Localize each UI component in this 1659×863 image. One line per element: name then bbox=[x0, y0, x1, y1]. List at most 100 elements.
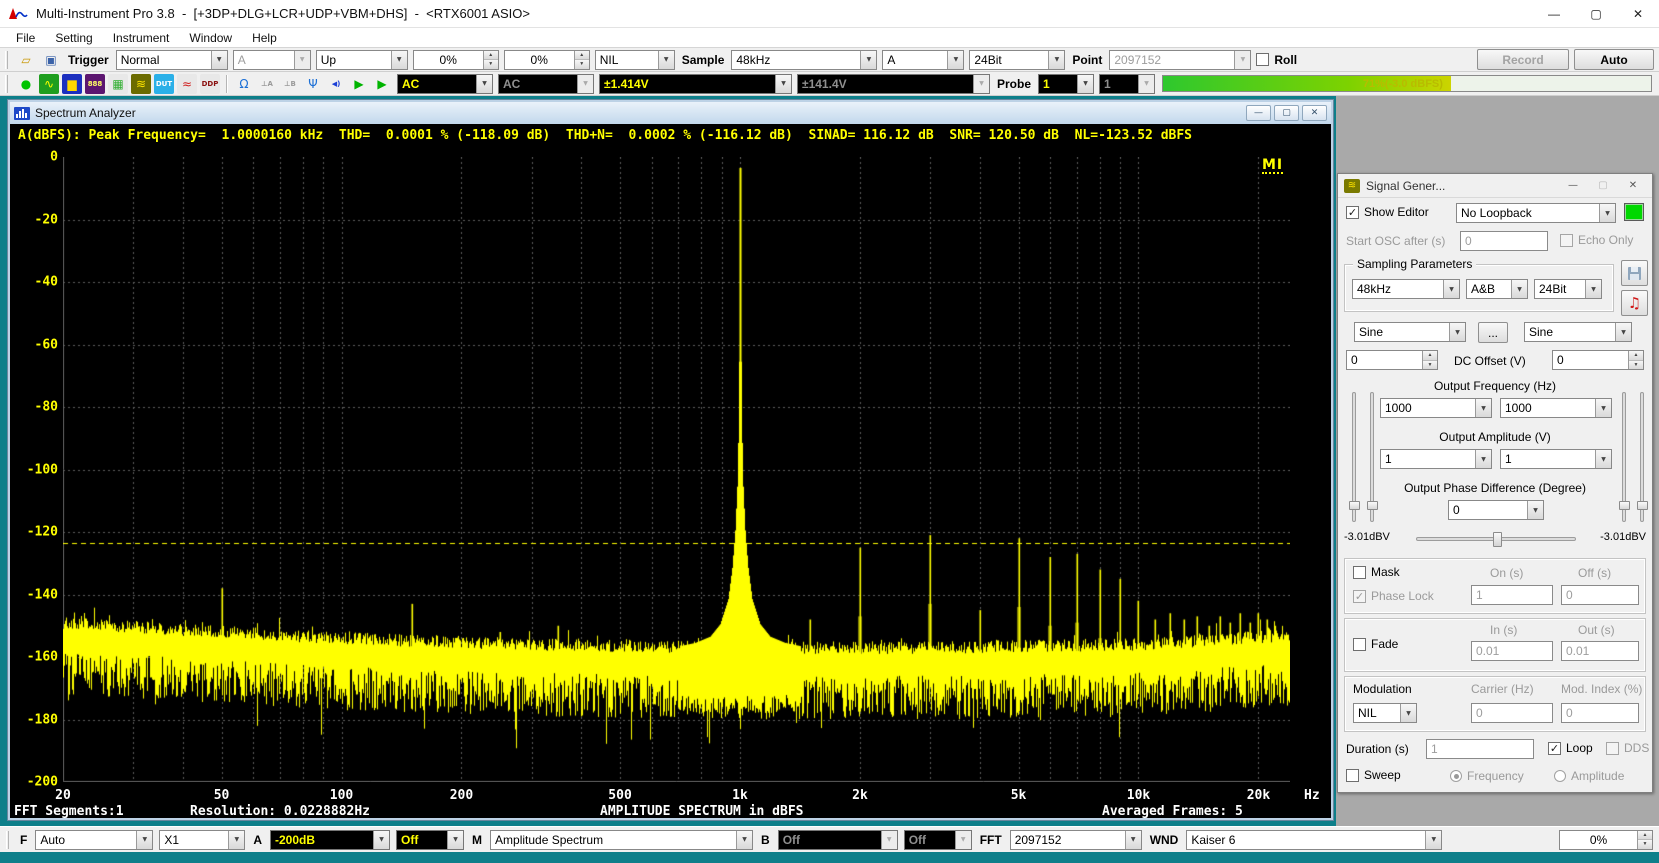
fade-checkbox[interactable] bbox=[1353, 638, 1366, 651]
fft-size-select[interactable]: 2097152 bbox=[1010, 830, 1142, 850]
chevron-down-icon[interactable] bbox=[1527, 501, 1543, 519]
close-icon[interactable]: ✕ bbox=[1620, 177, 1646, 195]
spectrum-analyzer-titlebar[interactable]: Spectrum Analyzer — ▢ ✕ bbox=[10, 102, 1331, 124]
waveform-a-select[interactable]: Sine bbox=[1354, 322, 1466, 342]
toolbar-grip[interactable] bbox=[5, 75, 8, 93]
chevron-down-icon[interactable] bbox=[447, 831, 463, 849]
generator-run-button[interactable] bbox=[1624, 203, 1644, 221]
generator-rate-select[interactable]: 48kHz bbox=[1352, 279, 1460, 299]
chevron-down-icon[interactable] bbox=[1125, 831, 1141, 849]
generator-bits-select[interactable]: 24Bit bbox=[1534, 279, 1602, 299]
amplitude-b-fine-slider[interactable] bbox=[1640, 392, 1644, 522]
chevron-down-icon[interactable] bbox=[136, 831, 152, 849]
chevron-down-icon[interactable] bbox=[1475, 399, 1491, 417]
waveform-b-select[interactable]: Sine bbox=[1524, 322, 1632, 342]
x-zoom-select[interactable]: X1 bbox=[159, 830, 245, 850]
chevron-down-icon[interactable] bbox=[476, 75, 492, 93]
menu-window[interactable]: Window bbox=[179, 29, 242, 47]
spin-down-icon[interactable] bbox=[575, 60, 589, 69]
sweep-checkbox[interactable] bbox=[1346, 769, 1359, 782]
minimize-icon[interactable]: — bbox=[1246, 105, 1271, 121]
more-waveforms-button[interactable]: ... bbox=[1478, 322, 1508, 343]
amplitude-b-coarse-slider[interactable] bbox=[1622, 392, 1626, 522]
sample-rate-select[interactable]: 48kHz bbox=[731, 50, 877, 70]
dut-icon[interactable]: DUT bbox=[154, 74, 174, 94]
chevron-down-icon[interactable] bbox=[775, 75, 791, 93]
chevron-down-icon[interactable] bbox=[1400, 704, 1416, 722]
chevron-down-icon[interactable] bbox=[373, 831, 389, 849]
chevron-down-icon[interactable] bbox=[1599, 204, 1615, 222]
chevron-down-icon[interactable] bbox=[1048, 51, 1064, 69]
amplitude-a-coarse-slider[interactable] bbox=[1352, 392, 1356, 522]
save-waveform-button[interactable] bbox=[1621, 260, 1648, 286]
dc-offset-b-spin[interactable]: 0 bbox=[1552, 350, 1644, 370]
chevron-down-icon[interactable] bbox=[736, 831, 752, 849]
calibration-icon[interactable]: Ω bbox=[234, 74, 254, 94]
trigger-hpf-select[interactable]: NIL bbox=[595, 50, 675, 70]
spin-down-icon[interactable] bbox=[1638, 840, 1652, 849]
save-icon[interactable]: ▣ bbox=[41, 50, 61, 70]
range-a-select[interactable]: ±1.414V bbox=[599, 74, 792, 94]
ddp-viewer-icon[interactable]: DDP bbox=[200, 74, 220, 94]
chevron-down-icon[interactable] bbox=[1511, 280, 1527, 298]
a-shift-select[interactable]: Off bbox=[396, 830, 464, 850]
sound-output-icon[interactable]: ◀) bbox=[326, 74, 346, 94]
chevron-down-icon[interactable] bbox=[1595, 450, 1611, 468]
dc-offset-a-spin[interactable]: 0 bbox=[1346, 350, 1438, 370]
zeroing-b-icon[interactable]: ⊥B bbox=[280, 74, 300, 94]
play-loop-icon[interactable]: ▶ bbox=[372, 74, 392, 94]
spin-down-icon[interactable] bbox=[1629, 361, 1643, 370]
run-indicator-icon[interactable]: ● bbox=[16, 74, 36, 94]
spectrum-plot-canvas[interactable] bbox=[63, 157, 1290, 782]
signal-generator-icon[interactable]: ≋ bbox=[131, 74, 151, 94]
phase-difference-select[interactable]: 0 bbox=[1448, 500, 1544, 520]
toolbar-grip[interactable] bbox=[6, 831, 9, 849]
frequency-range-select[interactable]: Auto bbox=[35, 830, 153, 850]
frequency-a-select[interactable]: 1000 bbox=[1380, 398, 1492, 418]
multimeter-icon[interactable]: 888 bbox=[85, 74, 105, 94]
spin-up-icon[interactable] bbox=[1423, 351, 1437, 361]
device-test-plan-icon[interactable]: ≈ bbox=[177, 74, 197, 94]
maximize-icon[interactable]: ▢ bbox=[1575, 0, 1617, 27]
modulation-type-select[interactable]: NIL bbox=[1353, 703, 1417, 723]
chevron-down-icon[interactable] bbox=[228, 831, 244, 849]
frequency-b-select[interactable]: 1000 bbox=[1500, 398, 1612, 418]
overlap-spin[interactable]: 0% bbox=[1559, 830, 1653, 850]
spin-up-icon[interactable] bbox=[484, 51, 498, 61]
sample-channel-select[interactable]: A bbox=[882, 50, 964, 70]
spectrum-mode-select[interactable]: Amplitude Spectrum bbox=[490, 830, 753, 850]
spectrum-3d-plot-icon[interactable]: ▦ bbox=[108, 74, 128, 94]
trigger-level-spin[interactable]: 0% bbox=[413, 50, 499, 70]
trigger-mode-select[interactable]: Normal bbox=[116, 50, 228, 70]
show-editor-checkbox[interactable] bbox=[1346, 206, 1359, 219]
chevron-down-icon[interactable] bbox=[947, 51, 963, 69]
a-range-select[interactable]: -200dB bbox=[270, 830, 390, 850]
zeroing-a-icon[interactable]: ⊥A bbox=[257, 74, 277, 94]
probe-a-select[interactable]: 1 bbox=[1038, 74, 1094, 94]
menu-help[interactable]: Help bbox=[242, 29, 287, 47]
coupling-a-select[interactable]: AC bbox=[397, 74, 493, 94]
generator-channels-select[interactable]: A&B bbox=[1466, 279, 1528, 299]
amplitude-a-fine-slider[interactable] bbox=[1370, 392, 1374, 522]
toolbar-grip[interactable] bbox=[5, 51, 8, 69]
oscilloscope-icon[interactable]: ∿ bbox=[39, 74, 59, 94]
menu-file[interactable]: File bbox=[6, 29, 45, 47]
minimize-icon[interactable]: — bbox=[1533, 0, 1575, 27]
signal-generator-titlebar[interactable]: ≋ Signal Gener... — ▢ ✕ bbox=[1338, 174, 1652, 198]
chevron-down-icon[interactable] bbox=[211, 51, 227, 69]
sample-bits-select[interactable]: 24Bit bbox=[969, 50, 1065, 70]
maximize-icon[interactable]: ▢ bbox=[1590, 177, 1616, 195]
close-icon[interactable]: ✕ bbox=[1617, 0, 1659, 27]
spin-up-icon[interactable] bbox=[1638, 831, 1652, 841]
chevron-down-icon[interactable] bbox=[1425, 831, 1441, 849]
spin-up-icon[interactable] bbox=[1629, 351, 1643, 361]
music-notes-icon[interactable]: ♫ bbox=[1621, 290, 1648, 316]
balance-slider[interactable] bbox=[1416, 537, 1576, 541]
chevron-down-icon[interactable] bbox=[860, 51, 876, 69]
amplitude-b-select[interactable]: 1 bbox=[1500, 449, 1612, 469]
loopback-select[interactable]: No Loopback bbox=[1456, 203, 1616, 223]
chevron-down-icon[interactable] bbox=[1449, 323, 1465, 341]
chevron-down-icon[interactable] bbox=[1585, 280, 1601, 298]
trigger-edge-select[interactable]: Up bbox=[316, 50, 408, 70]
chevron-down-icon[interactable] bbox=[391, 51, 407, 69]
